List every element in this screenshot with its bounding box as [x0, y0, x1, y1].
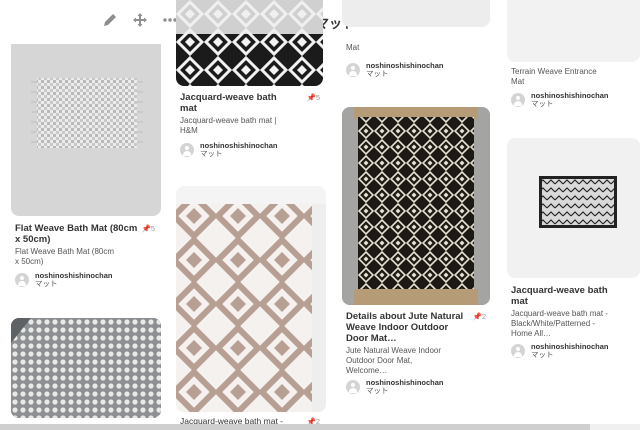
board-name[interactable]: マット	[531, 351, 609, 359]
avatar[interactable]	[511, 344, 525, 358]
scrollbar-thumb[interactable]	[0, 424, 590, 430]
pin-image[interactable]	[176, 0, 323, 86]
avatar[interactable]	[180, 143, 194, 157]
pin-image[interactable]	[342, 0, 490, 27]
save-count: 📌5	[306, 93, 320, 102]
save-count: 📌2	[472, 312, 486, 321]
pin-attribution[interactable]: noshinoshishinochan マット	[180, 142, 278, 158]
pin-attribution[interactable]: noshinoshishinochan マット	[346, 379, 444, 395]
board-name[interactable]: マット	[35, 280, 113, 288]
save-count: 📌5	[141, 224, 155, 233]
pin-flat-weave[interactable]: Flat Weave Bath Mat (80cm x 50cm) 📌5 Fla…	[11, 0, 161, 300]
pin-image[interactable]	[507, 138, 640, 278]
pin-description: Jute Natural Weave Indoor Outdoor Door M…	[346, 346, 442, 375]
pin-jacquard-bw[interactable]: Jacquard-weave bath mat Jacquard-weave b…	[507, 138, 640, 360]
pin-jute[interactable]: Details about Jute Natural Weave Indoor …	[342, 107, 492, 397]
pin-jacquard-hm[interactable]: Jacquard-weave bath mat 📌5 Jacquard-weav…	[176, 0, 326, 170]
pin-pink-mat[interactable]: Jacquard-weave bath mat - 📌2	[176, 186, 326, 430]
board-name[interactable]: マット	[366, 70, 444, 78]
pin-image[interactable]	[11, 44, 161, 216]
board-name[interactable]: マット	[366, 387, 444, 395]
pin-title[interactable]: Jacquard-weave bath mat	[511, 285, 611, 307]
avatar[interactable]	[346, 380, 360, 394]
pin-description: Jacquard-weave bath mat - Black/White/Pa…	[511, 309, 608, 338]
pin-attribution[interactable]: noshinoshishinochan マット	[346, 62, 444, 78]
pin-terrain[interactable]: Terrain Weave Entrance Mat noshinoshishi…	[507, 0, 640, 110]
pin-attribution[interactable]: noshinoshishinochan マット	[511, 92, 609, 108]
pin-top-third[interactable]: Mat noshinoshishinochan マット	[342, 0, 492, 95]
board-name[interactable]: マット	[531, 100, 609, 108]
pin-gray-mat[interactable]	[11, 318, 161, 418]
pin-attribution[interactable]: noshinoshishinochan マット	[511, 343, 609, 359]
pin-description: Mat	[346, 43, 360, 52]
pin-description: Terrain Weave Entrance Mat	[511, 67, 597, 86]
pin-image[interactable]	[342, 107, 490, 305]
pin-image[interactable]	[507, 0, 640, 62]
pin-title[interactable]: Details about Jute Natural Weave Indoor …	[346, 311, 471, 344]
pin-image[interactable]	[11, 318, 161, 418]
avatar[interactable]	[511, 93, 525, 107]
pin-image[interactable]	[176, 186, 326, 412]
pin-attribution[interactable]: noshinoshishinochan マット	[15, 272, 113, 288]
pin-description: Flat Weave Bath Mat (80cm x 50cm)	[15, 247, 114, 266]
pin-title[interactable]: Jacquard-weave bath mat	[180, 92, 290, 114]
pin-description: Jacquard-weave bath mat | H&M	[180, 116, 277, 135]
avatar[interactable]	[346, 63, 360, 77]
avatar[interactable]	[15, 273, 29, 287]
horizontal-scrollbar[interactable]	[0, 424, 640, 430]
pin-title[interactable]: Flat Weave Bath Mat (80cm x 50cm)	[15, 223, 145, 245]
board-name[interactable]: マット	[200, 150, 278, 158]
